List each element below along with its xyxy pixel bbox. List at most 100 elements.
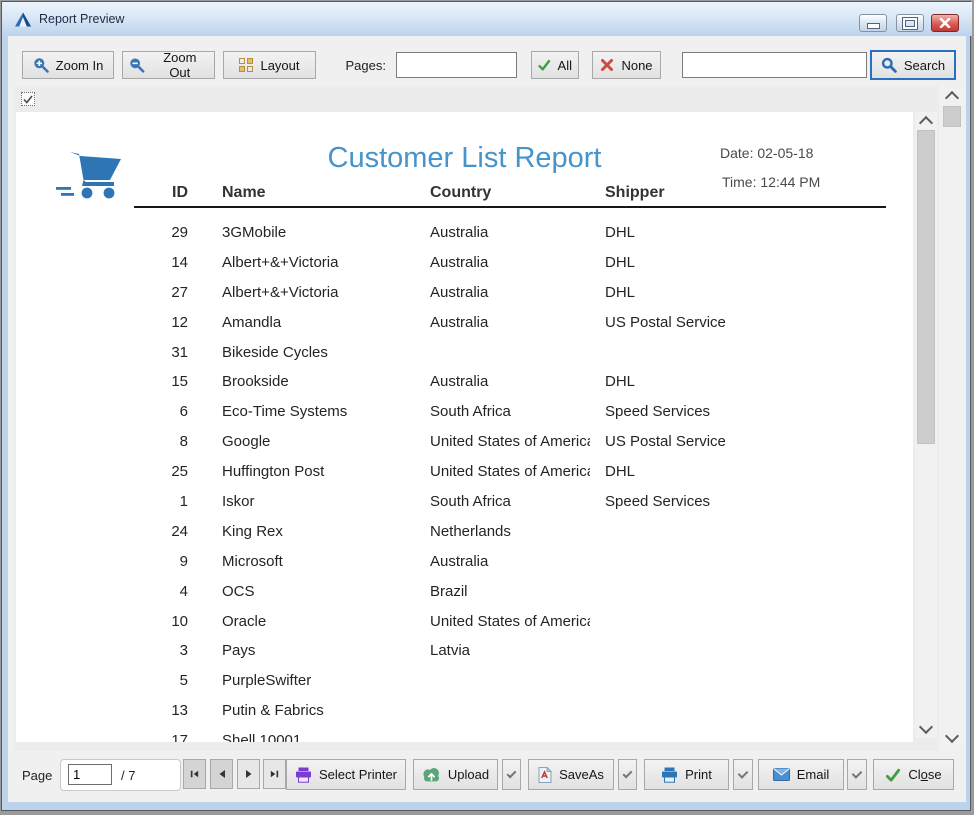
preview-scroll-down-button[interactable] — [941, 729, 963, 747]
table-row: 10 Oracle United States of America — [16, 607, 913, 637]
table-row: 25 Huffington Post United States of Amer… — [16, 457, 913, 487]
chevron-down-icon — [507, 768, 517, 778]
cell-id: 5 — [134, 666, 188, 696]
cell-country: South Africa — [430, 487, 590, 517]
cell-shipper: Speed Services — [605, 397, 710, 427]
maximize-button[interactable] — [896, 14, 924, 32]
layout-button[interactable]: Layout — [223, 51, 316, 79]
cell-shipper: DHL — [605, 278, 635, 308]
print-dropdown-button[interactable] — [733, 759, 753, 790]
first-page-icon — [190, 769, 199, 779]
cell-country: Australia — [430, 308, 590, 338]
title-bar[interactable]: Report Preview — [2, 2, 972, 36]
none-cross-icon — [600, 58, 614, 72]
cell-id: 29 — [134, 218, 188, 248]
page-label: Page — [22, 768, 52, 783]
cell-name: Putin & Fabrics — [222, 696, 324, 726]
select-none-pages-button[interactable]: None — [592, 51, 661, 79]
page-number-input[interactable] — [68, 764, 112, 785]
none-label: None — [621, 58, 652, 73]
first-page-button[interactable] — [183, 759, 206, 789]
table-row: 14 Albert+&+Victoria Australia DHL — [16, 248, 913, 278]
header-divider — [134, 206, 886, 208]
cell-id: 8 — [134, 427, 188, 457]
table-row: 27 Albert+&+Victoria Australia DHL — [16, 278, 913, 308]
cell-country: Australia — [430, 218, 590, 248]
table-row: 12 Amandla Australia US Postal Service — [16, 308, 913, 338]
preview-scrollbar-thumb[interactable] — [943, 106, 961, 127]
zoom-out-button[interactable]: Zoom Out — [122, 51, 215, 79]
select-all-pages-button[interactable]: All — [531, 51, 579, 79]
pages-input[interactable] — [396, 52, 517, 78]
preview-scrollbar[interactable] — [941, 87, 963, 747]
chevron-down-icon — [945, 729, 959, 743]
table-row: 24 King Rex Netherlands — [16, 517, 913, 547]
preview-checkbox[interactable] — [21, 92, 35, 106]
search-button[interactable]: Search — [870, 50, 956, 80]
cell-name: Google — [222, 427, 270, 457]
cell-shipper: DHL — [605, 367, 635, 397]
page-scroll-up-button[interactable] — [915, 112, 937, 130]
all-label: All — [558, 58, 572, 73]
cell-name: Bikeside Cycles — [222, 338, 328, 368]
cell-name: Huffington Post — [222, 457, 324, 487]
page-scrollbar-thumb[interactable] — [917, 130, 935, 444]
cell-country: United States of America — [430, 457, 590, 487]
cell-id: 31 — [134, 338, 188, 368]
report-rows: 29 3GMobile Australia DHL 14 Albert+&+Vi… — [16, 218, 913, 742]
report-time: Time: 12:44 PM — [722, 174, 820, 190]
cell-name: King Rex — [222, 517, 283, 547]
cell-shipper: DHL — [605, 248, 635, 278]
column-header-country: Country — [430, 184, 491, 202]
cell-id: 14 — [134, 248, 188, 278]
print-button[interactable]: Print — [644, 759, 729, 790]
search-input[interactable] — [682, 52, 867, 78]
cell-country: Netherlands — [430, 517, 590, 547]
select-printer-button[interactable]: Select Printer — [286, 759, 406, 790]
print-label: Print — [685, 767, 712, 782]
upload-dropdown-button[interactable] — [502, 759, 521, 790]
table-row: 29 3GMobile Australia DHL — [16, 218, 913, 248]
cell-country: Australia — [430, 367, 590, 397]
cell-country: Australia — [430, 278, 590, 308]
layout-label: Layout — [260, 58, 299, 73]
close-window-button[interactable] — [931, 14, 959, 32]
cell-country: South Africa — [430, 397, 590, 427]
minimize-button[interactable] — [859, 14, 887, 32]
previous-page-button[interactable] — [210, 759, 233, 789]
search-icon — [881, 57, 897, 73]
save-as-document-icon — [538, 767, 552, 783]
upload-button[interactable]: Upload — [413, 759, 498, 790]
preview-scroll-up-button[interactable] — [941, 87, 963, 105]
column-header-name: Name — [222, 184, 266, 202]
cell-id: 25 — [134, 457, 188, 487]
zoom-out-label: Zoom Out — [152, 50, 208, 80]
page-scrollbar[interactable] — [915, 112, 937, 738]
save-as-dropdown-button[interactable] — [618, 759, 637, 790]
cell-name: Shell 10001 — [222, 726, 301, 742]
page-total: / 7 — [121, 768, 135, 783]
close-preview-button[interactable]: Close — [873, 759, 954, 790]
layout-icon — [239, 58, 253, 72]
checkbox-check-icon — [23, 95, 33, 104]
print-icon — [661, 767, 678, 783]
minimize-icon — [868, 24, 879, 28]
table-row: 31 Bikeside Cycles — [16, 338, 913, 368]
table-row: 13 Putin & Fabrics — [16, 696, 913, 726]
email-button[interactable]: Email — [758, 759, 844, 790]
cell-id: 15 — [134, 367, 188, 397]
zoom-in-icon — [33, 57, 49, 73]
cell-country: Brazil — [430, 577, 590, 607]
chevron-down-icon — [738, 768, 749, 779]
table-row: 17 Shell 10001 — [16, 726, 913, 742]
cell-country: Australia — [430, 248, 590, 278]
email-dropdown-button[interactable] — [847, 759, 867, 790]
chevron-up-icon — [919, 116, 933, 130]
next-page-icon — [245, 769, 253, 779]
next-page-button[interactable] — [237, 759, 260, 789]
save-as-button[interactable]: SaveAs — [528, 759, 614, 790]
cell-id: 9 — [134, 547, 188, 577]
last-page-button[interactable] — [263, 759, 286, 789]
zoom-in-button[interactable]: Zoom In — [22, 51, 114, 79]
page-scroll-down-button[interactable] — [915, 720, 937, 738]
